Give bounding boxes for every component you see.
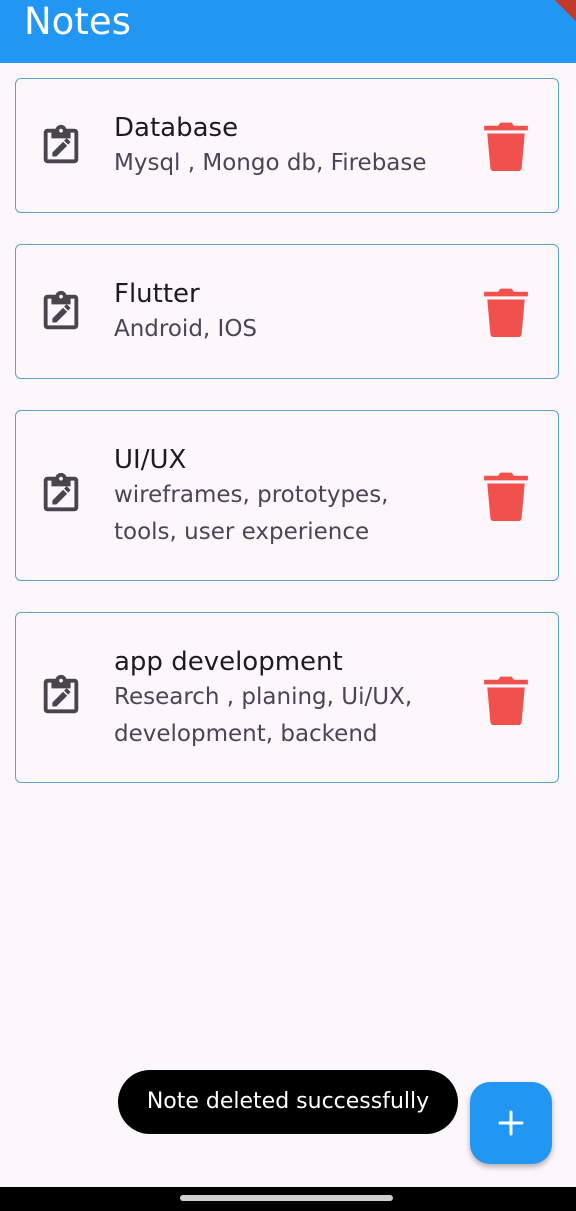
- add-note-button[interactable]: [470, 1082, 552, 1164]
- delete-note-button[interactable]: [484, 287, 528, 337]
- edit-note-icon: [38, 123, 84, 169]
- delete-note-button[interactable]: [484, 121, 528, 171]
- trash-icon: [484, 122, 528, 171]
- trash-icon: [484, 288, 528, 337]
- note-body: Android, IOS: [114, 316, 258, 342]
- note-card[interactable]: Flutter Android, IOS: [15, 244, 559, 379]
- note-body-line: wireframes, prototypes,: [114, 482, 389, 508]
- delete-note-button[interactable]: [484, 471, 528, 521]
- trash-icon: [484, 472, 528, 521]
- note-body: Mysql , Mongo db, Firebase: [114, 150, 427, 176]
- note-card[interactable]: Database Mysql , Mongo db, Firebase: [15, 78, 559, 213]
- app-bar: Notes: [0, 0, 576, 63]
- toast-message: Note deleted successfully: [118, 1070, 458, 1134]
- edit-note-icon: [38, 471, 84, 517]
- plus-icon: [498, 1110, 524, 1136]
- edit-note-icon: [38, 673, 84, 719]
- note-body-line: development, backend: [114, 721, 378, 747]
- note-body-line: tools, user experience: [114, 519, 370, 545]
- delete-note-button[interactable]: [484, 675, 528, 725]
- note-title: Flutter: [114, 279, 200, 309]
- gesture-handle[interactable]: [180, 1195, 393, 1201]
- note-body-line: Research , planing, Ui/UX,: [114, 684, 413, 710]
- edit-note-icon: [38, 289, 84, 335]
- debug-banner: [539, 0, 576, 27]
- note-title: UI/UX: [114, 445, 187, 475]
- system-nav-bar: [0, 1187, 576, 1211]
- note-title: Database: [114, 113, 239, 143]
- note-card[interactable]: app development Research , planing, Ui/U…: [15, 612, 559, 783]
- note-card[interactable]: UI/UX wireframes, prototypes, tools, use…: [15, 410, 559, 581]
- trash-icon: [484, 676, 528, 725]
- note-title: app development: [114, 647, 343, 677]
- page-title: Notes: [24, 0, 131, 43]
